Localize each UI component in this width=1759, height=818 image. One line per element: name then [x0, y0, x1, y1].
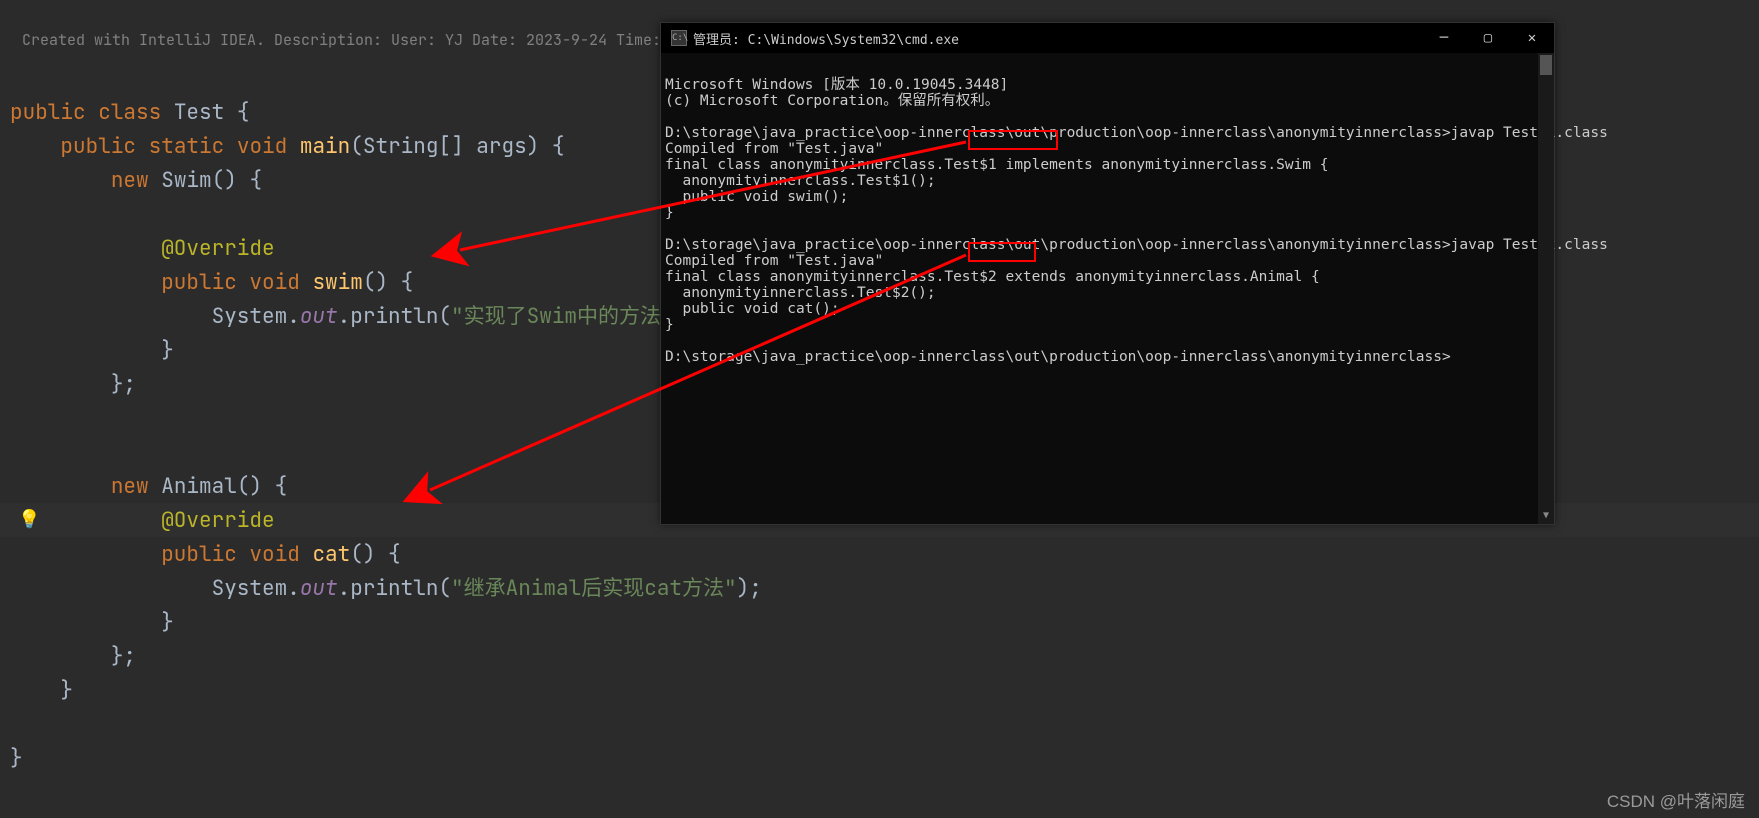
- term-line: }: [665, 317, 674, 333]
- println: .println(: [338, 303, 451, 330]
- terminal-titlebar[interactable]: C:\ 管理员: C:\Windows\System32\cmd.exe ─ ▢…: [661, 23, 1554, 53]
- term-line: anonymityinnerclass.Animal {: [1067, 269, 1320, 285]
- method-name: swim: [312, 269, 362, 296]
- terminal-output[interactable]: Microsoft Windows [版本 10.0.19045.3448] (…: [661, 53, 1554, 524]
- rest: () {: [212, 167, 262, 194]
- string-literal: "继承Animal后实现cat方法": [451, 575, 737, 602]
- term-line: Compiled from "Test.java": [665, 141, 883, 157]
- file-header-comment: Created with IntelliJ IDEA. Description:…: [22, 30, 715, 50]
- term-line: anonymityinnerclass.Swim {: [1093, 157, 1329, 173]
- keyword: void: [237, 133, 287, 160]
- keyword: public: [10, 99, 86, 126]
- system: System.: [212, 303, 300, 330]
- type-name: Animal: [161, 473, 237, 500]
- scroll-down-icon[interactable]: ▼: [1538, 508, 1554, 524]
- terminal-title: 管理员: C:\Windows\System32\cmd.exe: [693, 29, 1422, 48]
- term-line: final class anonymityinnerclass.Test$1: [665, 157, 1005, 173]
- cmd-terminal-window[interactable]: C:\ 管理员: C:\Windows\System32\cmd.exe ─ ▢…: [660, 22, 1555, 525]
- class-name: Test: [174, 99, 224, 126]
- method-name: main: [300, 133, 350, 160]
- brace: }: [60, 677, 73, 704]
- keyword: new: [111, 473, 149, 500]
- keyword: void: [249, 269, 299, 296]
- params: (String[] args) {: [350, 133, 564, 160]
- term-line: }: [665, 205, 674, 221]
- keyword: public: [161, 269, 237, 296]
- rest: () {: [237, 473, 287, 500]
- method-name: cat: [312, 541, 350, 568]
- keyword: class: [98, 99, 161, 126]
- minimize-button[interactable]: ─: [1422, 23, 1466, 53]
- code-block[interactable]: public class Test { public static void m…: [10, 62, 762, 810]
- keyword: public: [60, 133, 136, 160]
- brace: {: [224, 99, 249, 126]
- watermark: CSDN @叶落闲庭: [1607, 787, 1745, 812]
- println: .println(: [338, 575, 451, 602]
- term-line: Microsoft Windows [版本 10.0.19045.3448]: [665, 77, 1008, 93]
- brace: };: [111, 371, 136, 398]
- rest: () {: [350, 541, 400, 568]
- annotation: @Override: [161, 507, 274, 534]
- maximize-button[interactable]: ▢: [1466, 23, 1510, 53]
- brace: }: [161, 337, 174, 364]
- term-line: D:\storage\java_practice\oop-innerclass\…: [665, 237, 1608, 253]
- term-line: final class anonymityinnerclass.Test$2: [665, 269, 1005, 285]
- close-button[interactable]: ✕: [1510, 23, 1554, 53]
- term-line: anonymityinnerclass.Test$1();: [665, 173, 936, 189]
- intention-bulb-icon[interactable]: 💡: [18, 508, 34, 524]
- term-line: public void swim();: [665, 189, 848, 205]
- rest: () {: [363, 269, 413, 296]
- keyword: static: [149, 133, 225, 160]
- system: System.: [212, 575, 300, 602]
- annotation: @Override: [161, 235, 274, 262]
- type-name: Swim: [161, 167, 211, 194]
- term-line: D:\storage\java_practice\oop-innerclass\…: [665, 349, 1451, 365]
- keyword: new: [111, 167, 149, 194]
- keyword: public: [161, 541, 237, 568]
- term-line: anonymityinnerclass.Test$2();: [665, 285, 936, 301]
- keyword: void: [249, 541, 299, 568]
- scroll-thumb[interactable]: [1540, 55, 1552, 75]
- term-extends: extends: [1005, 269, 1066, 285]
- term-line: (c) Microsoft Corporation。保留所有权利。: [665, 93, 999, 109]
- cmd-icon: C:\: [671, 30, 687, 46]
- brace: }: [161, 609, 174, 636]
- out-field: out: [300, 303, 338, 330]
- terminal-scrollbar[interactable]: ▲ ▼: [1538, 53, 1554, 524]
- term-line: Compiled from "Test.java": [665, 253, 883, 269]
- end: );: [737, 575, 762, 602]
- string-literal: "实现了Swim中的方法": [451, 303, 674, 330]
- brace: }: [10, 745, 23, 772]
- brace: };: [111, 643, 136, 670]
- out-field: out: [300, 575, 338, 602]
- term-line: public void cat();: [665, 301, 840, 317]
- term-line: D:\storage\java_practice\oop-innerclass\…: [665, 125, 1608, 141]
- term-implements: implements: [1005, 157, 1092, 173]
